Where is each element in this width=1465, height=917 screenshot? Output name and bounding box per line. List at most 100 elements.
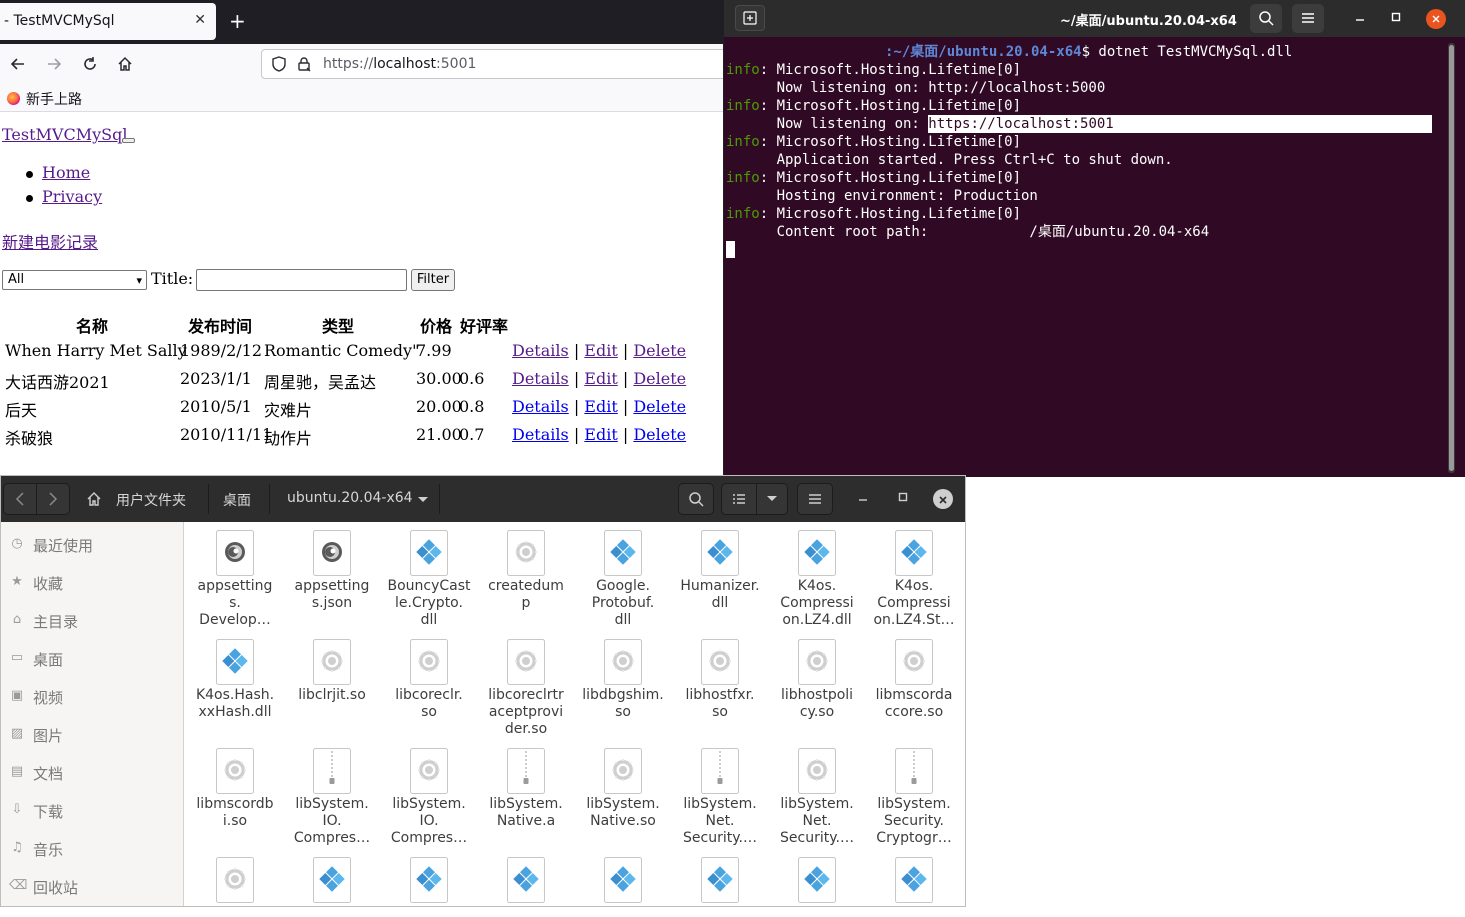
file-item[interactable]: libSystem. Net. Security.… — [770, 740, 864, 846]
forward-button[interactable] — [42, 52, 66, 76]
breadcrumb-home[interactable]: 用户文件夹 — [116, 490, 186, 510]
file-item[interactable]: appsetting s. Develop… — [188, 522, 282, 628]
edit-link[interactable]: Edit — [584, 425, 617, 444]
terminal-scrollbar[interactable] — [1448, 43, 1455, 473]
details-link[interactable]: Details — [512, 341, 569, 360]
bookmark-getting-started[interactable]: 新手上路 — [26, 89, 82, 109]
file-item[interactable]: createdum p — [479, 522, 573, 627]
sidebar-item[interactable]: ♫ 音乐 — [1, 829, 184, 867]
back-button[interactable] — [6, 52, 30, 76]
files-minimize-button[interactable] — [853, 489, 873, 509]
sidebar-item[interactable]: ⇩ 下载 — [1, 791, 184, 829]
terminal-maximize-button[interactable] — [1386, 9, 1406, 29]
sidebar-item[interactable]: ▭ 桌面 — [1, 639, 184, 677]
files-search-button[interactable] — [678, 483, 714, 515]
delete-link[interactable]: Delete — [633, 369, 686, 388]
privacy-link[interactable]: Privacy — [42, 187, 102, 206]
details-link[interactable]: Details — [512, 425, 569, 444]
chevron-down-icon[interactable] — [417, 496, 429, 504]
sidebar-item[interactable]: ▣ 视频 — [1, 677, 184, 715]
file-item[interactable] — [867, 849, 961, 906]
file-item[interactable]: libclrjit.so — [285, 631, 379, 736]
lock-icon[interactable] — [296, 56, 312, 72]
reload-button[interactable] — [78, 52, 102, 76]
edit-link[interactable]: Edit — [584, 397, 617, 416]
file-item[interactable]: libcoreclrtr aceptprovi der.so — [479, 631, 573, 737]
file-item[interactable] — [285, 849, 379, 906]
scrollbar-thumb[interactable] — [1449, 45, 1454, 471]
navbar-toggler[interactable] — [122, 138, 135, 143]
details-link[interactable]: Details — [512, 369, 569, 388]
edit-link[interactable]: Edit — [584, 369, 617, 388]
cell-price: 20.00 — [416, 397, 462, 416]
terminal-menu-button[interactable] — [1292, 4, 1324, 33]
files-forward-button[interactable] — [36, 483, 70, 515]
terminal-minimize-button[interactable] — [1350, 9, 1370, 29]
delete-link[interactable]: Delete — [633, 397, 686, 416]
sidebar-item[interactable]: ⌫ 回收站 — [1, 867, 184, 905]
files-menu-button[interactable] — [797, 483, 833, 515]
files-close-button[interactable] — [933, 489, 953, 509]
file-item[interactable]: libSystem. Net. Security.… — [673, 740, 767, 846]
file-item[interactable]: libSystem. Native.a — [479, 740, 573, 845]
view-options-button[interactable] — [756, 483, 788, 515]
url-text[interactable]: https://localhost:5001 — [323, 56, 476, 72]
file-item[interactable] — [188, 849, 282, 906]
file-name: Google. Protobuf. dll — [591, 578, 655, 628]
breadcrumb-current[interactable]: ubuntu.20.04-x64 — [287, 490, 413, 506]
home-link[interactable]: Home — [42, 163, 90, 182]
delete-link[interactable]: Delete — [633, 425, 686, 444]
home-button[interactable] — [113, 52, 137, 76]
url-bar[interactable]: https://localhost:5001 — [261, 49, 730, 79]
title-input[interactable] — [196, 269, 407, 291]
terminal-search-button[interactable] — [1250, 4, 1282, 33]
file-item[interactable]: libhostfxr. so — [673, 631, 767, 736]
sidebar-item[interactable]: ★ 收藏 — [1, 563, 184, 601]
file-item[interactable]: Humanizer. dll — [673, 522, 767, 627]
genre-select[interactable]: All ▾ — [2, 270, 147, 290]
file-item[interactable] — [770, 849, 864, 906]
selected-url[interactable]: https://localhost:5001 — [928, 115, 1433, 133]
brand-link[interactable]: TestMVCMySql — [2, 125, 127, 144]
sidebar-item[interactable]: ▨ 图片 — [1, 715, 184, 753]
file-item[interactable]: Google. Protobuf. dll — [576, 522, 670, 628]
sidebar-item[interactable]: ▤ 文档 — [1, 753, 184, 791]
file-item[interactable]: libhostpoli cy.so — [770, 631, 864, 736]
file-item[interactable]: libdbgshim. so — [576, 631, 670, 736]
file-item[interactable]: libcoreclr. so — [382, 631, 476, 736]
file-item[interactable]: K4os.Hash. xxHash.dll — [188, 631, 282, 736]
details-link[interactable]: Details — [512, 397, 569, 416]
filter-button[interactable]: Filter — [411, 269, 455, 291]
file-item[interactable]: K4os. Compressi on.LZ4.dll — [770, 522, 864, 628]
file-item[interactable] — [673, 849, 767, 906]
terminal-output[interactable]: :~/桌面/ubuntu.20.04-x64$ dotnet TestMVCMy… — [726, 43, 1446, 473]
sidebar-item[interactable]: ◷ 最近使用 — [1, 525, 184, 563]
new-tab-button[interactable]: + — [229, 9, 246, 33]
file-item[interactable]: libSystem. Native.so — [576, 740, 670, 845]
file-item[interactable]: BouncyCast le.Crypto. dll — [382, 522, 476, 628]
file-item[interactable]: appsetting s.json — [285, 522, 379, 627]
shield-icon[interactable] — [270, 55, 288, 73]
breadcrumb-desktop[interactable]: 桌面 — [223, 490, 251, 510]
sidebar-item[interactable]: ⌂ 主目录 — [1, 601, 184, 639]
file-item[interactable]: libmscorda ccore.so — [867, 631, 961, 736]
browser-tab[interactable]: - TestMVCMySql ✕ — [0, 3, 216, 40]
create-movie-link[interactable]: 新建电影记录 — [2, 229, 98, 253]
files-back-button[interactable] — [3, 483, 37, 515]
file-item[interactable] — [382, 849, 476, 906]
file-item[interactable]: libmscordb i.so — [188, 740, 282, 845]
header-price: 价格 — [420, 317, 453, 336]
files-maximize-button[interactable] — [893, 489, 913, 509]
file-item[interactable]: K4os. Compressi on.LZ4.St… — [867, 522, 961, 628]
delete-link[interactable]: Delete — [633, 341, 686, 360]
file-item[interactable] — [576, 849, 670, 906]
list-view-button[interactable] — [721, 483, 757, 515]
tab-close-icon[interactable]: ✕ — [194, 12, 206, 28]
terminal-close-button[interactable] — [1426, 9, 1446, 29]
terminal-new-tab-button[interactable] — [735, 5, 765, 31]
file-item[interactable] — [479, 849, 573, 906]
file-item[interactable]: libSystem. Security. Cryptogr… — [867, 740, 961, 846]
edit-link[interactable]: Edit — [584, 341, 617, 360]
file-item[interactable]: libSystem. IO. Compres… — [285, 740, 379, 846]
file-item[interactable]: libSystem. IO. Compres… — [382, 740, 476, 846]
